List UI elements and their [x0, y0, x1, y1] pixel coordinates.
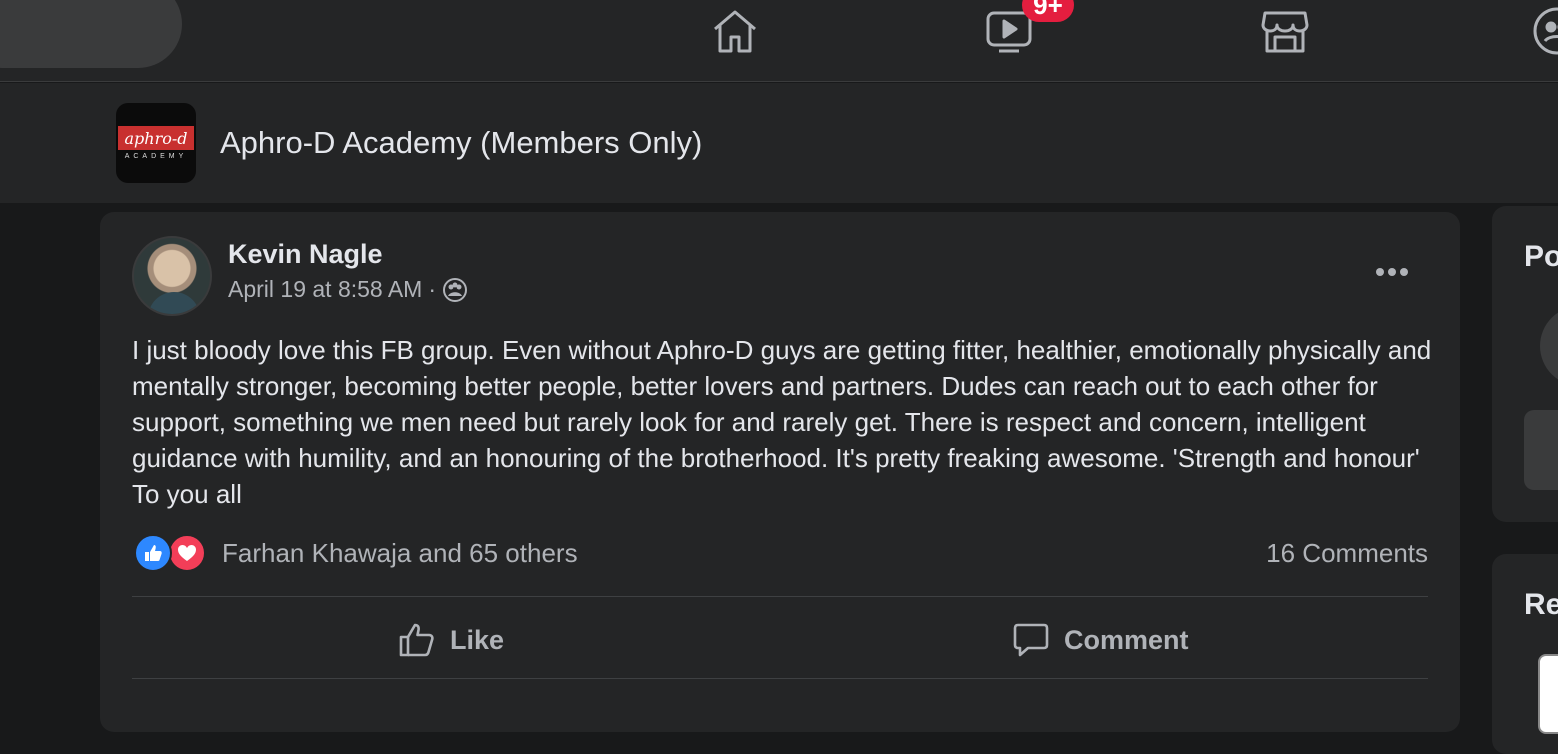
like-button-label: Like: [450, 624, 505, 655]
actions-divider: [132, 678, 1428, 679]
reactions-divider: [132, 596, 1428, 597]
reactions-summary[interactable]: Farhan Khawaja and 65 others: [134, 534, 578, 572]
group-header: aphro-d ACADEMY Aphro-D Academy (Members…: [0, 83, 1558, 203]
reactions-names[interactable]: Farhan Khawaja and 65 others: [222, 538, 578, 569]
top-navigation-bar: 9+: [0, 0, 1558, 82]
post-options-button[interactable]: [1372, 252, 1412, 292]
comments-count[interactable]: 16 Comments: [1266, 538, 1428, 569]
comment-button[interactable]: Comment: [1012, 612, 1189, 668]
members-icon: [443, 277, 468, 302]
meta-separator: ·: [428, 276, 437, 302]
group-title[interactable]: Aphro-D Academy (Members Only): [220, 125, 702, 161]
sidebar-avatar-placeholder[interactable]: [1540, 306, 1558, 386]
more-options-icon: [1376, 268, 1408, 276]
home-icon[interactable]: [708, 4, 762, 58]
sidebar-thumbnail[interactable]: [1538, 654, 1558, 734]
group-logo[interactable]: aphro-d ACADEMY: [116, 103, 196, 183]
groups-icon[interactable]: [1530, 4, 1558, 58]
like-reaction-icon: [134, 534, 172, 572]
sidebar-card-2-title: Re: [1524, 588, 1558, 621]
sidebar-card-1: Po: [1492, 206, 1558, 522]
post-meta: April 19 at 8:58 AM ·: [228, 276, 468, 303]
author-avatar[interactable]: [132, 236, 212, 316]
comment-icon: [1013, 623, 1049, 657]
group-logo-text: aphro-d: [118, 126, 194, 150]
group-logo-subtext: ACADEMY: [124, 153, 188, 160]
sidebar-card-2: Re: [1492, 554, 1558, 754]
watch-notification-badge: 9+: [1022, 0, 1074, 22]
marketplace-icon[interactable]: [1258, 4, 1312, 58]
post-author-name[interactable]: Kevin Nagle: [228, 239, 383, 270]
thumbs-up-icon: [399, 623, 434, 657]
comment-button-label: Comment: [1064, 624, 1189, 655]
search-bar[interactable]: [0, 0, 182, 68]
love-reaction-icon: [168, 534, 206, 572]
sidebar-button-placeholder[interactable]: [1524, 410, 1558, 490]
sidebar-card-1-title: Po: [1524, 240, 1558, 273]
like-button[interactable]: Like: [398, 612, 504, 668]
post-timestamp[interactable]: April 19 at 8:58 AM: [228, 276, 422, 303]
post-body-text: I just bloody love this FB group. Even w…: [132, 335, 1432, 509]
post-card: Kevin Nagle April 19 at 8:58 AM · I just…: [100, 212, 1460, 732]
